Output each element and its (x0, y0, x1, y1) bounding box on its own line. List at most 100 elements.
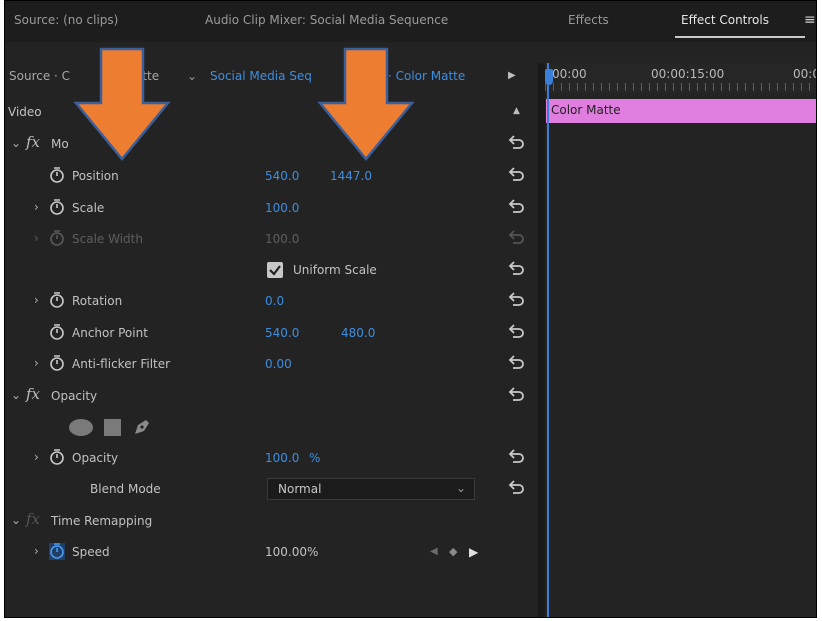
motion-label: Mo (51, 137, 69, 151)
stopwatch-icon[interactable] (49, 354, 65, 372)
stopwatch-icon[interactable] (49, 323, 65, 341)
stopwatch-icon[interactable] (49, 198, 65, 216)
annotation-arrow-icon (73, 47, 171, 161)
effect-controls-window: Source: (no clips) Audio Clip Mixer: Soc… (4, 0, 817, 618)
anchor-x-value[interactable]: 540.0 (265, 326, 299, 340)
reset-icon[interactable] (508, 290, 526, 308)
chevron-down-icon[interactable]: ⌄ (11, 388, 21, 402)
reset-icon (508, 230, 524, 244)
reset-icon[interactable] (508, 385, 526, 403)
source-label[interactable]: Source · C (9, 69, 70, 83)
uniform-scale-row: Uniform Scale (5, 256, 539, 287)
video-header-label: Video (8, 105, 42, 119)
tab-audio-clip-mixer[interactable]: Audio Clip Mixer: Social Media Sequence (205, 13, 448, 27)
speed-row: › Speed 100.00% ◀ ◆ ▶ (5, 538, 539, 569)
rotation-value[interactable]: 0.0 (265, 294, 284, 308)
previous-keyframe-icon[interactable]: ◀ (430, 546, 438, 557)
stopwatch-icon[interactable] (49, 291, 65, 309)
chevron-right-icon[interactable]: › (34, 356, 39, 370)
reset-icon[interactable] (508, 353, 526, 371)
opacity-label: Opacity (72, 451, 119, 465)
timeline-clip[interactable]: Color Matte (546, 99, 816, 123)
blend-mode-row: Blend Mode Normal ⌄ (5, 475, 539, 506)
reset-icon[interactable] (508, 322, 526, 340)
mini-timeline: 00:00 00:00:15:00 00:0 Color Matte (545, 63, 816, 617)
anchor-y-value[interactable]: 480.0 (341, 326, 375, 340)
panel-tab-bar: Source: (no clips) Audio Clip Mixer: Soc… (5, 1, 816, 42)
panel-menu-icon[interactable]: ≡ (804, 12, 816, 28)
rotation-label: Rotation (72, 294, 123, 308)
opacity-group-label: Opacity (51, 389, 98, 403)
mask-tools-row (5, 411, 539, 442)
anchor-point-row: Anchor Point 540.0 480.0 (5, 319, 539, 350)
annotation-arrow-icon (317, 47, 415, 161)
stopwatch-icon[interactable] (49, 448, 65, 466)
reset-icon[interactable] (508, 259, 526, 277)
anti-flicker-value[interactable]: 0.00 (265, 357, 292, 371)
uniform-scale-label: Uniform Scale (293, 263, 377, 277)
ruler-time-start: 00:00 (552, 67, 587, 81)
position-label: Position (72, 169, 119, 183)
reset-icon[interactable] (508, 478, 526, 496)
sequence-link[interactable]: Social Media Seq (210, 69, 312, 83)
position-x-value[interactable]: 540.0 (265, 169, 299, 183)
stopwatch-active-icon[interactable] (49, 542, 65, 560)
fx-icon[interactable]: fx (26, 385, 40, 403)
opacity-unit: % (309, 451, 321, 465)
opacity-row: › Opacity 100.0 % (5, 444, 539, 475)
scale-row: › Scale 100.0 (5, 194, 539, 225)
play-only-icon[interactable]: ▶ (508, 70, 516, 81)
tab-effect-controls[interactable]: Effect Controls (681, 13, 769, 27)
playhead[interactable] (545, 63, 553, 617)
position-y-value[interactable]: 1447.0 (330, 169, 372, 183)
tab-source[interactable]: Source: (no clips) (14, 13, 118, 27)
tab-effects[interactable]: Effects (568, 13, 609, 27)
stopwatch-icon[interactable] (49, 166, 65, 184)
ellipse-mask-icon[interactable] (69, 419, 93, 436)
ruler-ticks (545, 83, 816, 91)
ruler-time-end: 00:0 (793, 67, 816, 81)
chevron-down-icon[interactable]: ⌄ (11, 513, 21, 527)
scale-width-label: Scale Width (72, 232, 143, 246)
anti-flicker-label: Anti-flicker Filter (72, 357, 171, 371)
pen-mask-icon[interactable] (131, 416, 153, 438)
chevron-down-icon[interactable]: ⌄ (187, 69, 197, 83)
clip-label: Color Matte (551, 103, 621, 117)
next-keyframe-icon[interactable]: ▶ (469, 545, 478, 559)
reset-icon[interactable] (508, 165, 526, 183)
fx-icon: fx (26, 510, 41, 528)
position-row: Position 540.0 1447.0 (5, 162, 539, 193)
chevron-right-icon[interactable]: › (34, 293, 39, 307)
speed-value[interactable]: 100.00% (265, 545, 318, 559)
time-remapping-row[interactable]: ⌄ fx Time Remapping (5, 507, 539, 538)
opacity-value[interactable]: 100.0 (265, 451, 299, 465)
opacity-effect-row[interactable]: ⌄ fx Opacity (5, 382, 539, 413)
fx-icon[interactable]: fx (26, 133, 40, 151)
anchor-point-label: Anchor Point (72, 326, 148, 340)
rotation-row: › Rotation 0.0 (5, 287, 539, 318)
chevron-down-icon[interactable]: ⌄ (11, 136, 21, 150)
stopwatch-icon (50, 230, 64, 246)
reset-icon[interactable] (508, 197, 526, 215)
blend-mode-select[interactable]: Normal ⌄ (267, 478, 475, 500)
chevron-down-icon: ⌄ (455, 481, 466, 495)
blend-mode-label: Blend Mode (90, 482, 161, 496)
scale-label: Scale (72, 201, 105, 215)
ruler-time-15s: 00:00:15:00 (651, 67, 725, 81)
scale-value[interactable]: 100.0 (265, 201, 299, 215)
blend-mode-value: Normal (278, 482, 322, 496)
chevron-right-icon[interactable]: › (34, 200, 39, 214)
checkmark-icon (269, 265, 281, 276)
reset-icon[interactable] (508, 447, 526, 465)
speed-label: Speed (72, 545, 110, 559)
rectangle-mask-icon[interactable] (104, 419, 121, 436)
time-ruler[interactable]: 00:00 00:00:15:00 00:0 (545, 63, 816, 93)
reset-icon[interactable] (508, 133, 526, 151)
playhead-handle-icon[interactable] (545, 69, 553, 85)
uniform-scale-checkbox[interactable] (267, 262, 283, 278)
add-keyframe-icon[interactable]: ◆ (449, 545, 457, 558)
collapse-up-icon[interactable]: ▲ (513, 106, 520, 116)
chevron-right-icon[interactable]: › (34, 450, 39, 464)
active-tab-indicator (675, 36, 805, 38)
chevron-right-icon[interactable]: › (34, 544, 39, 558)
